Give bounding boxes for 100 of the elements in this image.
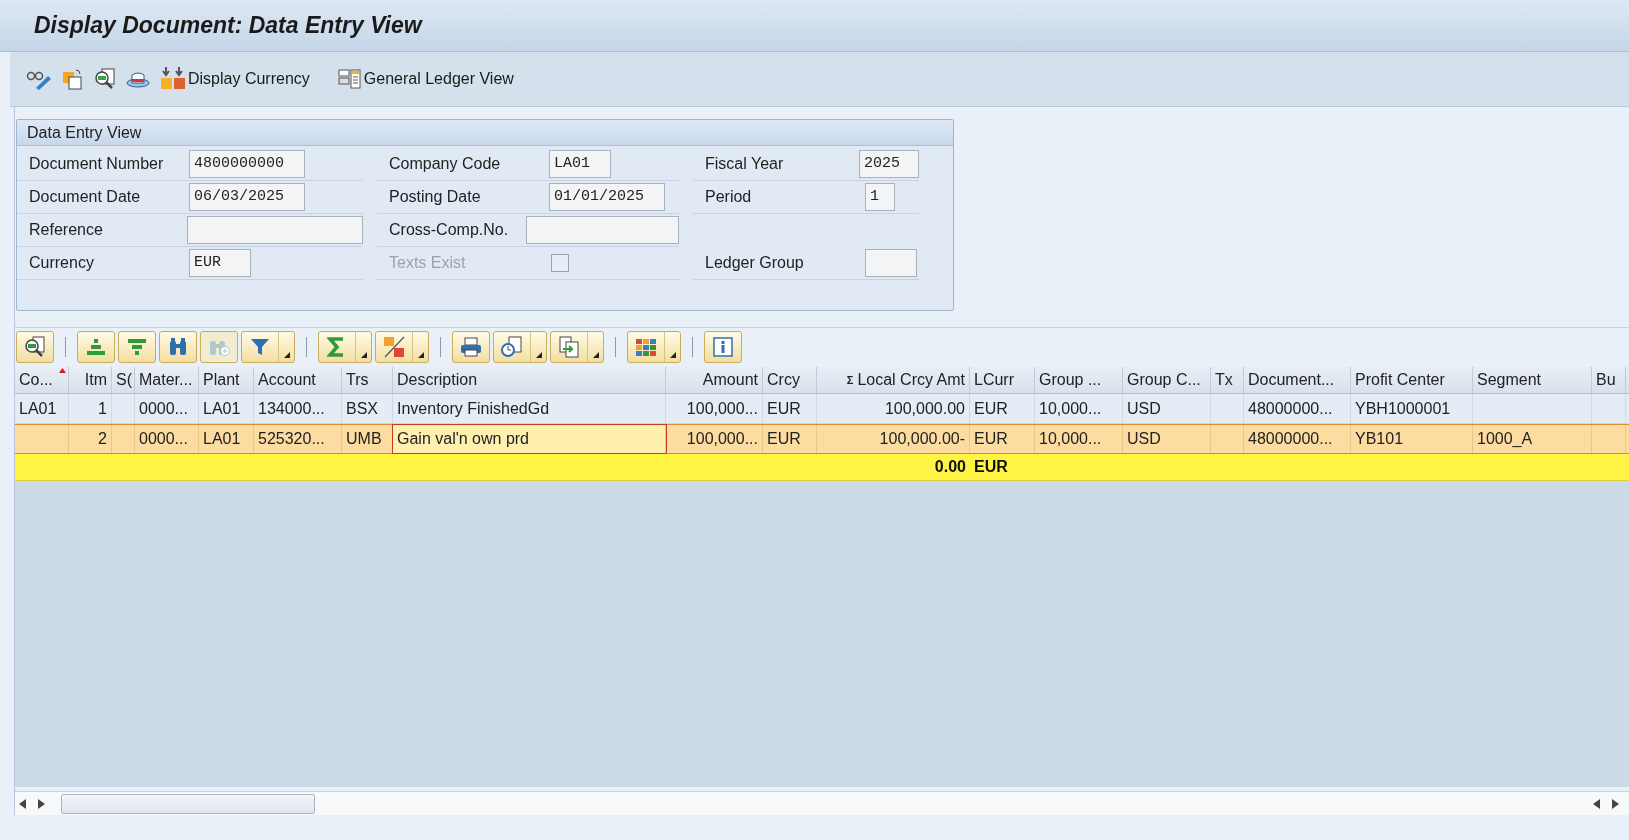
- table-cell: 134000...: [254, 394, 342, 423]
- grid-icon: [635, 338, 657, 356]
- column-header[interactable]: Description: [393, 367, 666, 393]
- column-header[interactable]: LCurr: [970, 367, 1035, 393]
- magnifier-document-icon: [94, 68, 116, 90]
- magnifier-document-icon: [24, 336, 46, 358]
- input-field[interactable]: LA01: [549, 150, 611, 178]
- table-cell: 100,000.00-: [817, 425, 970, 453]
- toolbar-button[interactable]: General Ledger View: [337, 62, 514, 96]
- sort-ascending-icon: [86, 337, 106, 357]
- column-header[interactable]: Amount: [666, 367, 763, 393]
- column-header[interactable]: Account: [254, 367, 342, 393]
- table-cell: EUR: [970, 394, 1035, 423]
- table-cell: LA01: [199, 425, 254, 453]
- caret-icon: [417, 352, 424, 358]
- caret-icon: [360, 352, 367, 358]
- copy-icon: [62, 68, 84, 90]
- views-icon: [501, 336, 523, 358]
- hat-icon: [126, 69, 150, 89]
- table-cell: 2: [69, 425, 112, 453]
- dropdown-button[interactable]: [241, 331, 295, 363]
- input-field[interactable]: [525, 216, 679, 244]
- field-label: Ledger Group: [704, 253, 805, 273]
- scroll-right-icon[interactable]: [37, 798, 45, 809]
- field-label: Document Number: [28, 154, 165, 174]
- column-header[interactable]: Trs: [342, 367, 393, 393]
- sort-descending-icon: [127, 337, 147, 357]
- column-header[interactable]: Group C...: [1123, 367, 1211, 393]
- field-label: Reference: [28, 220, 104, 240]
- dropdown-button[interactable]: [550, 331, 604, 363]
- column-header[interactable]: Plant: [199, 367, 254, 393]
- table-cell: Gain val'n own prd: [393, 425, 666, 453]
- dropdown-button[interactable]: [627, 331, 681, 363]
- scroll-thumb[interactable]: [61, 793, 315, 814]
- table-cell: USD: [1123, 425, 1211, 453]
- input-field[interactable]: EUR: [189, 249, 251, 277]
- window-title: Display Document: Data Entry View: [34, 11, 422, 41]
- table-cell: LA01: [15, 394, 69, 423]
- column-header[interactable]: Mater...: [135, 367, 199, 393]
- column-header[interactable]: Group ...: [1035, 367, 1123, 393]
- caret-icon: [669, 352, 676, 358]
- icon-button[interactable]: [704, 331, 742, 363]
- column-header[interactable]: Σ Local Crcy Amt: [817, 367, 970, 393]
- column-header[interactable]: Tx: [1211, 367, 1244, 393]
- caret-icon: [535, 352, 542, 358]
- table-cell: 1: [69, 394, 112, 423]
- total-value: EUR: [974, 457, 1008, 477]
- column-header[interactable]: Crcy: [763, 367, 817, 393]
- column-header[interactable]: S(: [112, 367, 135, 393]
- table-cell: Inventory FinishedGd: [393, 394, 666, 423]
- input-field[interactable]: [865, 249, 917, 277]
- table-row[interactable]: LA01 1 0000... LA01 134000... BSX Inventory FinishedGd 100,000... EUR 100,000.00 EUR 10,000... USD 48000000... YBH1000001: [15, 394, 1629, 424]
- ledger-icon: [337, 68, 362, 90]
- table-row[interactable]: 2 0000... LA01 525320... UMB Gain val'n own prd 100,000... EUR 100,000.00- EUR 10,000... USD 48000000... YB101 1000_A: [15, 424, 1629, 454]
- column-header[interactable]: Profit Center: [1351, 367, 1473, 393]
- column-header[interactable]: Itm: [69, 367, 112, 393]
- icon-button[interactable]: [16, 331, 54, 363]
- table-cell: 100,000...: [666, 394, 763, 423]
- table-cell: 48000000...: [1244, 394, 1351, 423]
- icon-button[interactable]: [452, 331, 490, 363]
- horizontal-scrollbar[interactable]: [15, 791, 1629, 815]
- table-cell: YB101: [1351, 425, 1473, 453]
- field-label: Cross-Comp.No.: [388, 220, 510, 240]
- sum-mark: Σ: [846, 372, 854, 388]
- column-header[interactable]: Document...: [1244, 367, 1351, 393]
- input-field[interactable]: 1: [865, 183, 895, 211]
- column-header[interactable]: Bu: [1592, 367, 1626, 393]
- sort-indicator-icon: [59, 368, 66, 373]
- table-cell: 48000000...: [1244, 425, 1351, 453]
- caret-icon: [592, 352, 599, 358]
- input-field[interactable]: 06/03/2025: [189, 183, 305, 211]
- column-header[interactable]: Segment: [1473, 367, 1592, 393]
- field-label: Period: [704, 187, 753, 207]
- input-field[interactable]: 4800000000: [189, 150, 305, 178]
- info-icon: [713, 337, 733, 357]
- export-icon: [558, 336, 580, 358]
- field-label: Posting Date: [388, 187, 482, 207]
- table-cell: BSX: [342, 394, 393, 423]
- table-cell: EUR: [763, 394, 817, 423]
- table-cell: 100,000...: [666, 425, 763, 453]
- toolbar-button[interactable]: Display Currency: [160, 62, 310, 96]
- scroll-right-icon[interactable]: [1611, 798, 1619, 809]
- dropdown-button[interactable]: [375, 331, 429, 363]
- dropdown-button[interactable]: [493, 331, 547, 363]
- scroll-left-icon[interactable]: [1593, 798, 1601, 809]
- field-label: Company Code: [388, 154, 502, 174]
- input-field[interactable]: 01/01/2025: [549, 183, 665, 211]
- total-value: 0.00: [934, 457, 966, 477]
- input-field[interactable]: 2025: [858, 150, 919, 178]
- field-label: Fiscal Year: [704, 154, 785, 174]
- input-field[interactable]: [187, 216, 363, 244]
- dropdown-button[interactable]: [318, 331, 372, 363]
- icon-button[interactable]: [159, 331, 197, 363]
- table-cell: YBH1000001: [1351, 394, 1473, 423]
- table-cell: EUR: [763, 425, 817, 453]
- scroll-left-icon[interactable]: [19, 798, 27, 809]
- printer-icon: [460, 337, 482, 357]
- column-header[interactable]: Co...: [15, 367, 69, 393]
- panel-title: Data Entry View: [27, 122, 142, 143]
- table-cell: USD: [1123, 394, 1211, 423]
